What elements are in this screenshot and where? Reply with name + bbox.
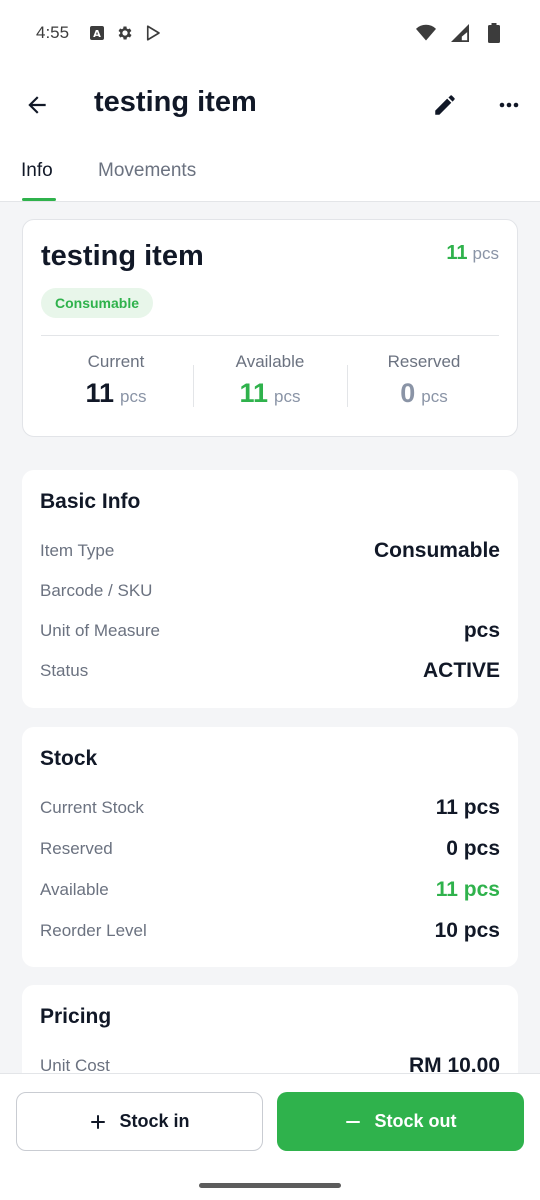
stock-in-button[interactable]: Stock in xyxy=(16,1092,263,1151)
row-label: Item Type xyxy=(40,541,115,560)
stock-out-label: Stock out xyxy=(374,1111,457,1131)
stock-out-button[interactable]: Stock out xyxy=(277,1092,524,1151)
more-horizontal-icon xyxy=(499,102,519,108)
font-notification-icon: A xyxy=(87,23,107,43)
row-value: 11 pcs xyxy=(435,878,500,901)
row-label: Current Stock xyxy=(40,798,144,817)
stock-row-available: Available 11 pcs xyxy=(40,875,500,905)
row-label: Status xyxy=(40,661,89,680)
info-row-status: Status ACTIVE xyxy=(40,656,500,686)
stock-in-label: Stock in xyxy=(119,1111,190,1131)
tab-bar: Info Movements xyxy=(0,142,540,202)
signal-icon xyxy=(450,23,470,43)
basic-info-card: Basic Info Item Type Consumable Barcode … xyxy=(22,470,518,708)
row-value: Consumable xyxy=(373,539,500,562)
info-row-unit: Unit of Measure pcs xyxy=(40,616,500,646)
arrow-back-icon xyxy=(28,96,46,114)
pencil-icon xyxy=(435,95,455,115)
row-label: Unit of Measure xyxy=(40,621,160,640)
section-title: Pricing xyxy=(40,1005,112,1028)
row-label: Available xyxy=(40,880,109,899)
settings-notification-icon xyxy=(115,23,135,43)
back-button[interactable] xyxy=(20,88,54,122)
stat-current-value: 11 xyxy=(85,378,115,408)
info-row-item-type: Item Type Consumable xyxy=(40,536,500,566)
stock-row-current: Current Stock 11 pcs xyxy=(40,793,500,823)
row-label: Reorder Level xyxy=(40,921,147,940)
stat-separator xyxy=(347,365,348,407)
row-value: pcs xyxy=(463,619,500,642)
summary-quantity: 11 pcs xyxy=(446,242,499,265)
item-type-chip: Consumable xyxy=(41,288,154,318)
item-summary-card: testing item 11 pcs Consumable Current 1… xyxy=(22,219,518,437)
tab-info[interactable]: Info xyxy=(21,160,53,182)
stat-separator xyxy=(193,365,194,407)
stat-current: Current 11 pcs xyxy=(41,352,191,409)
row-label: Reserved xyxy=(40,839,113,858)
item-name: testing item xyxy=(41,240,204,272)
wifi-icon xyxy=(416,23,436,43)
summary-quantity-unit: pcs xyxy=(472,244,499,263)
app-bar: testing item xyxy=(0,66,540,142)
battery-icon xyxy=(484,23,504,43)
stat-available-label: Available xyxy=(235,352,305,371)
section-title: Stock xyxy=(40,747,98,770)
info-row-barcode: Barcode / SKU xyxy=(40,576,500,606)
home-indicator[interactable] xyxy=(199,1183,341,1188)
row-label: Barcode / SKU xyxy=(40,581,153,600)
minus-icon xyxy=(346,1120,361,1123)
summary-divider xyxy=(41,335,499,336)
row-value: ACTIVE xyxy=(422,659,500,682)
plus-icon xyxy=(91,1114,106,1129)
status-bar: 4:55 A xyxy=(0,0,540,66)
stat-available-unit: pcs xyxy=(274,387,301,406)
stat-reserved-unit: pcs xyxy=(421,387,448,406)
page-title: testing item xyxy=(94,86,257,118)
stock-row-reserved: Reserved 0 pcs xyxy=(40,834,500,864)
tab-movements[interactable]: Movements xyxy=(98,160,196,182)
stat-available: Available 11 pcs xyxy=(195,352,345,409)
stat-current-label: Current xyxy=(87,352,145,371)
active-tab-indicator xyxy=(22,198,56,201)
row-value: 10 pcs xyxy=(434,919,500,942)
section-title: Basic Info xyxy=(40,490,141,513)
svg-text:A: A xyxy=(93,29,101,40)
stat-reserved-label: Reserved xyxy=(387,352,461,371)
stat-reserved-value: 0 xyxy=(400,378,416,408)
status-right-group xyxy=(408,23,504,43)
summary-quantity-value: 11 xyxy=(446,242,468,264)
stat-reserved: Reserved 0 pcs xyxy=(349,352,499,409)
stat-current-unit: pcs xyxy=(120,387,147,406)
stock-row-reorder-level: Reorder Level 10 pcs xyxy=(40,916,500,946)
row-value: 0 pcs xyxy=(446,837,500,860)
row-value: 11 pcs xyxy=(435,796,500,819)
stock-card: Stock Current Stock 11 pcs Reserved 0 pc… xyxy=(22,727,518,967)
edit-button[interactable] xyxy=(428,88,462,122)
bottom-action-bar: Stock in Stock out xyxy=(0,1073,540,1200)
status-time: 4:55 xyxy=(36,23,70,42)
play-store-notification-icon xyxy=(143,23,163,43)
more-options-button[interactable] xyxy=(492,88,526,122)
stat-available-value: 11 xyxy=(239,378,269,408)
